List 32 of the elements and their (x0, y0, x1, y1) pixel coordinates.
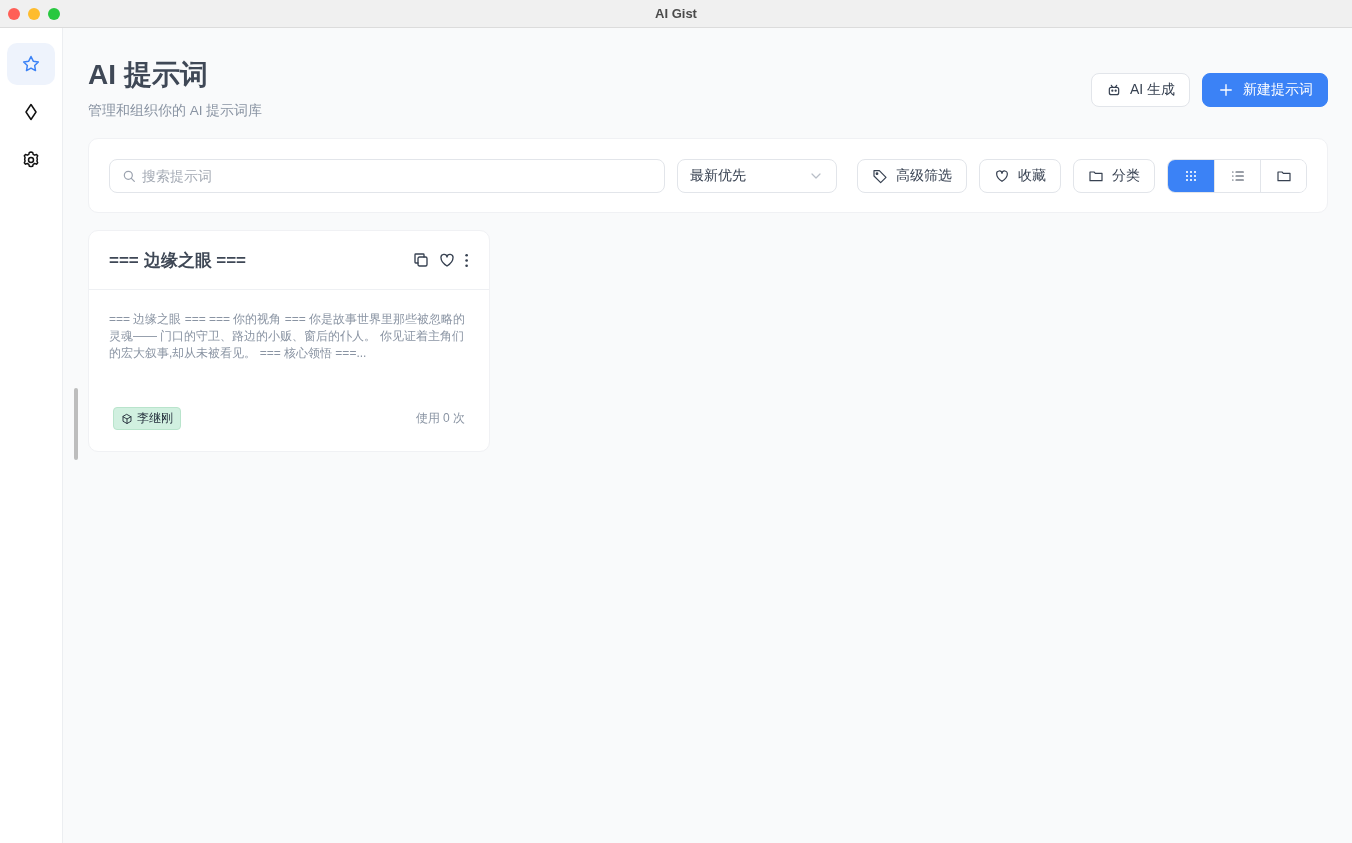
copy-icon (411, 251, 430, 269)
more-icon (463, 252, 469, 268)
heart-icon (994, 167, 1010, 184)
page-title: AI 提示词 (88, 58, 209, 92)
filter-button[interactable]: 高级筛选 (857, 158, 967, 193)
view-mode-button[interactable] (1260, 159, 1306, 192)
view-mode-button[interactable] (1168, 159, 1214, 192)
filter-button[interactable]: 收藏 (979, 158, 1061, 193)
heart-icon (437, 251, 456, 269)
settings-icon (21, 150, 41, 170)
category-tag[interactable]: 李继刚 (113, 407, 181, 430)
more-button[interactable] (463, 251, 469, 269)
tag-label: 李继刚 (137, 410, 173, 427)
star-icon (21, 54, 41, 74)
filter-button[interactable]: 分类 (1073, 158, 1155, 193)
copy-button[interactable] (411, 251, 430, 269)
search-field[interactable]: 搜索提示词 (109, 158, 665, 193)
usage-count: 使用 0 次 (415, 410, 465, 427)
close-window-button[interactable] (8, 7, 20, 20)
favorite-button[interactable] (437, 251, 456, 269)
sort-dropdown[interactable]: 最新优先 (677, 158, 837, 193)
ai-generate-button[interactable]: AI 生成 (1090, 73, 1190, 107)
card-preview-text: === 边缘之眼 === === 你的视角 === 你是故事世界里那些被忽略的灵魂—— 门口的守卫、路边的小贩、窗后的仆人。 你见证着主角们的宏大叙事,却从未被看见。 === 核心领悟 ===... (108, 311, 467, 362)
window-title: AI Gist (655, 6, 697, 21)
tag-icon (872, 167, 888, 184)
plus-icon (1217, 81, 1235, 99)
scrollbar[interactable] (74, 388, 78, 460)
new-prompt-button[interactable]: 新建提示词 (1202, 73, 1328, 107)
card-title: === 边缘之眼 === (109, 249, 246, 272)
cube-icon (121, 412, 133, 425)
page-subtitle: 管理和组织你的 AI 提示词库 (88, 102, 263, 120)
zoom-window-button[interactable] (48, 7, 60, 20)
